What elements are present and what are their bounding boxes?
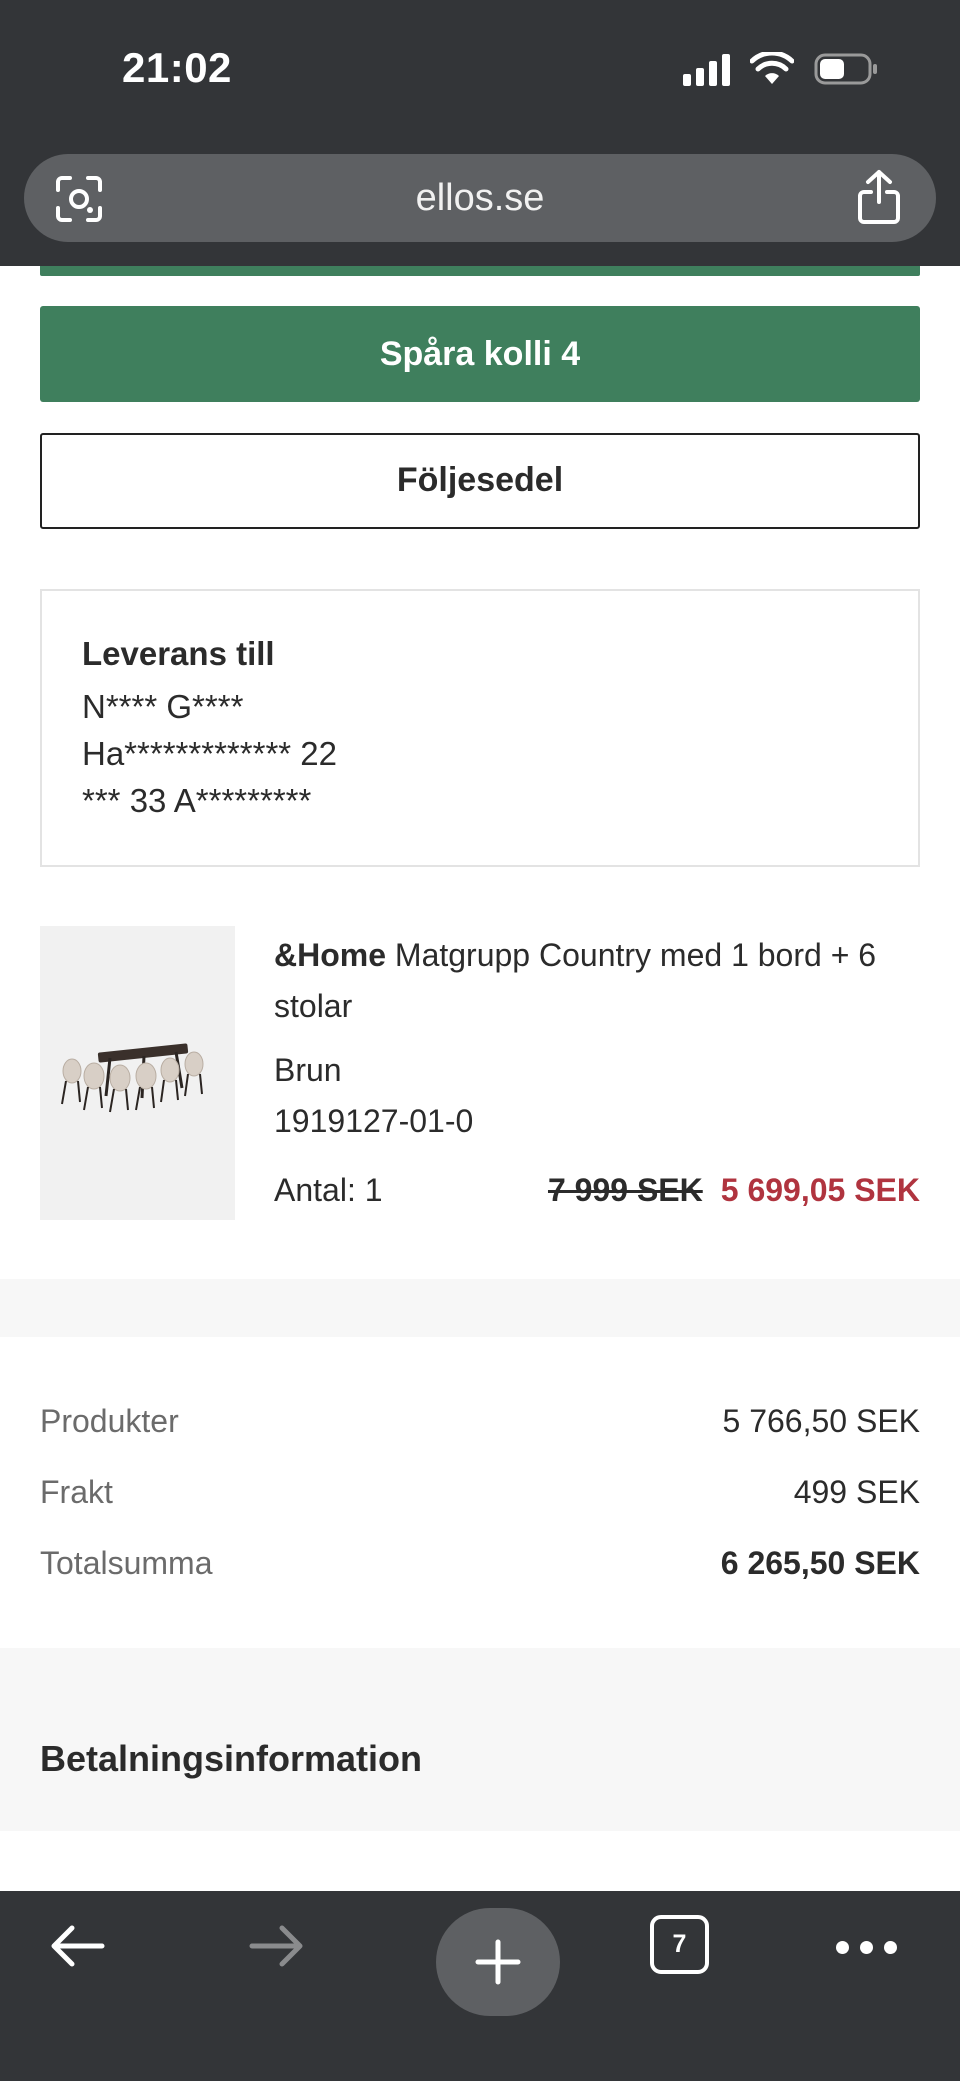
summary-row-shipping: Frakt 499 SEK <box>40 1474 920 1511</box>
browser-top-bar: 21:02 ellos.se <box>0 0 960 266</box>
wifi-icon <box>750 52 794 86</box>
dining-set-illustration <box>61 1043 204 1113</box>
product-quantity: Antal: 1 <box>274 1172 383 1208</box>
battery-icon <box>814 52 878 86</box>
cellular-signal-icon <box>683 52 730 86</box>
section-divider <box>0 1279 960 1337</box>
product-price: 7 999 SEK 5 699,05 SEK <box>548 1172 920 1209</box>
share-icon[interactable] <box>856 168 902 231</box>
product-brand: &Home <box>274 937 387 973</box>
new-tab-button[interactable] <box>436 1908 560 2016</box>
product-image[interactable] <box>40 926 235 1220</box>
product-sku: 1919127-01-0 <box>274 1103 474 1139</box>
summary-value: 5 766,50 SEK <box>722 1403 920 1439</box>
browser-bottom-toolbar: 7 <box>0 1891 960 2081</box>
ellipsis-icon[interactable] <box>836 1941 897 1954</box>
url-bar[interactable]: ellos.se <box>24 154 936 242</box>
summary-value: 499 SEK <box>793 1474 920 1510</box>
status-icons <box>683 52 878 86</box>
status-time: 21:02 <box>122 44 232 91</box>
product-color: Brun <box>274 1052 342 1088</box>
arrow-left-icon[interactable] <box>46 1915 108 1982</box>
sale-price: 5 699,05 SEK <box>720 1172 920 1208</box>
plus-icon <box>475 1939 521 1985</box>
summary-label: Produkter <box>40 1403 179 1439</box>
payment-info-title[interactable]: Betalningsinformation <box>40 1738 422 1780</box>
url-text[interactable]: ellos.se <box>24 154 936 242</box>
delivery-address-card: Leverans till N**** G**** Ha************… <box>40 589 920 867</box>
previous-track-button-edge[interactable] <box>40 266 920 276</box>
delivery-name: N**** G**** <box>82 688 244 725</box>
track-package-button[interactable]: Spåra kolli 4 <box>40 306 920 402</box>
summary-total-value: 6 265,50 SEK <box>720 1545 920 1581</box>
page: 21:02 ellos.se Spåra kolli 4 Följesedel … <box>0 0 960 2081</box>
delivery-title: Leverans till <box>82 635 275 672</box>
original-price: 7 999 SEK <box>547 1172 703 1208</box>
delivery-city: *** 33 A********* <box>82 782 312 819</box>
product-title[interactable]: &Home Matgrupp Country med 1 bord + 6 st… <box>274 930 924 1032</box>
packing-slip-button[interactable]: Följesedel <box>40 433 920 529</box>
delivery-street: Ha************* 22 <box>82 735 338 772</box>
summary-label: Frakt <box>40 1474 113 1510</box>
summary-row-products: Produkter 5 766,50 SEK <box>40 1403 920 1440</box>
summary-label: Totalsumma <box>40 1545 213 1581</box>
arrow-right-icon[interactable] <box>246 1915 308 1982</box>
tabs-count-button[interactable]: 7 <box>650 1915 709 1974</box>
summary-row-total: Totalsumma 6 265,50 SEK <box>40 1545 920 1582</box>
